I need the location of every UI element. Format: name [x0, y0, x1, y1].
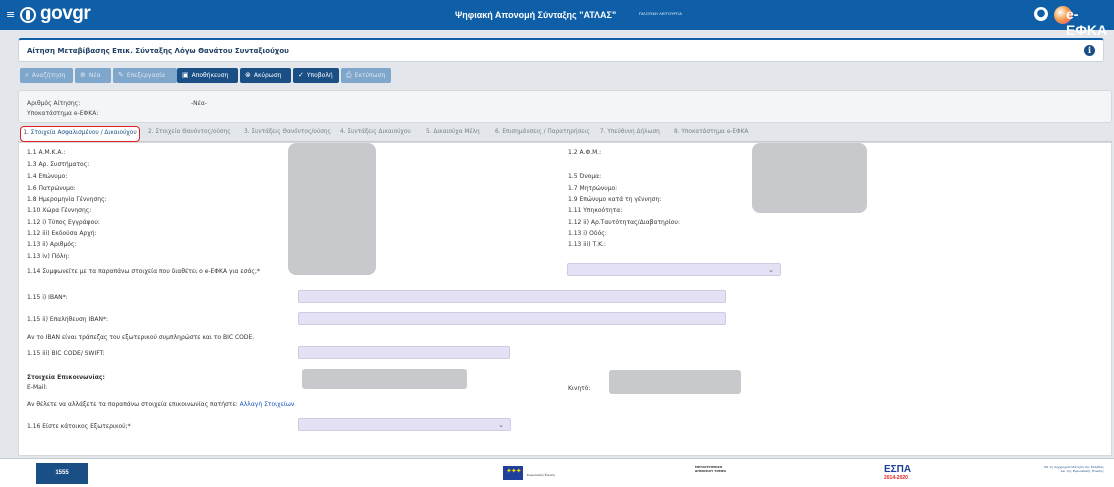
- iban-label: 1.15 i) IBAN*:: [27, 294, 68, 301]
- agree-data-select[interactable]: ⌄: [567, 263, 781, 276]
- redacted-area-left: [288, 143, 376, 275]
- tab-eligible-members[interactable]: 5. Δικαιούχα Μέλη: [426, 129, 480, 135]
- tab-deceased-pensions[interactable]: 3. Συντάξεις Θανόντος/ούσης: [244, 129, 331, 135]
- helpline-logo: 1555: [36, 463, 88, 484]
- print-button[interactable]: ⎙ Εκτύπωση: [341, 68, 391, 83]
- iban-input[interactable]: [298, 290, 726, 303]
- application-number-value: -Νέα-: [191, 100, 208, 107]
- city-label: 1.13 iv) Πόλη:: [27, 253, 70, 260]
- system-number-label: 1.3 Αρ. Συστήματος:: [27, 161, 90, 168]
- mother-name-label: 1.7 Μητρώνυμο:: [568, 185, 618, 192]
- app-title: Ψηφιακή Απονομή Σύνταξης "ΑΤΛΑΣ": [455, 10, 617, 20]
- bic-input[interactable]: [298, 346, 510, 359]
- tab-solemn-declaration[interactable]: 7. Υπεύθυνη Δήλωση: [600, 129, 660, 135]
- nationality-label: 1.11 Υπηκοότητα:: [568, 207, 623, 214]
- footer: 1555 ✦✦✦ Ευρωπαϊκή Ένωση ΜΕΤΑΡΡΥΘΜΙΣΗ ΔΗ…: [0, 458, 1114, 487]
- issuing-authority-label: 1.12 iii) Εκδούσα Αρχή:: [27, 230, 97, 237]
- birth-surname-label: 1.9 Επώνυμο κατά τη γέννηση:: [568, 196, 662, 203]
- form-panel: 1.1 Α.Μ.Κ.Α.: 1.3 Αρ. Συστήματος: 1.4 Επ…: [18, 142, 1112, 456]
- govgr-emblem-icon: [20, 7, 36, 23]
- id-passport-label: 1.12 ii) Αρ.Ταυτότητας/Διαβατηρίου:: [568, 219, 680, 226]
- tab-beneficiary-pensions[interactable]: 4. Συντάξεις Δικαιούχου: [340, 129, 411, 135]
- tab-bar: 1. Στοιχεία Ασφαλισμένου / Δικαιούχου 2.…: [18, 126, 1112, 142]
- change-contact-link[interactable]: Αλλαγή Στοιχείων: [240, 401, 295, 408]
- save-icon: ▣: [182, 71, 189, 79]
- afm-label: 1.2 Α.Φ.Μ.:: [568, 149, 602, 156]
- cancel-icon: ⊗: [245, 71, 251, 79]
- save-button[interactable]: ▣ Αποθήκευση: [177, 68, 238, 83]
- environment-badge: ΠΙΛΟΤΙΚΗ ΛΕΙΤΟΥΡΓΙΑ: [639, 12, 683, 16]
- user-icon[interactable]: ●: [1034, 7, 1048, 21]
- agree-data-label: 1.14 Συμφωνείτε με τα παραπάνω στοιχεία …: [27, 268, 260, 275]
- edit-button[interactable]: ✎ Επεξεργασία: [113, 68, 177, 83]
- number-label: 1.13 ii) Αριθμός:: [27, 241, 77, 248]
- cofunding-text: Με τη συγχρηματοδότηση της Ελλάδας και τ…: [1044, 465, 1104, 473]
- chevron-down-icon: ⌄: [498, 421, 504, 429]
- application-number-label: Αριθμός Αίτησης:: [27, 100, 81, 107]
- tab-remarks[interactable]: 6. Επισημάνσεις / Παρατηρήσεις: [495, 129, 590, 135]
- postal-code-label: 1.13 iii) Τ.Κ.:: [568, 241, 606, 248]
- street-label: 1.13 i) Οδός:: [568, 230, 607, 237]
- redacted-area-right: [752, 143, 867, 213]
- hamburger-icon[interactable]: ≡: [6, 8, 15, 21]
- birth-country-label: 1.10 Χώρα Γέννησης:: [27, 207, 92, 214]
- change-contact-text: Αν θέλετε να αλλάξετε τα παραπάνω στοιχε…: [27, 401, 295, 408]
- espa-logo: ΕΣΠΑ 2014-2020: [884, 464, 912, 481]
- public-sector-reform-logo: ΜΕΤΑΡΡΥΘΜΙΣΗ ΔΗΜΟΣΙΟΥ ΤΟΜΕΑ: [695, 465, 727, 473]
- bic-label: 1.15 iii) BIC CODE/ SWIFT:: [27, 350, 105, 357]
- chevron-down-icon: ⌄: [768, 266, 774, 274]
- edit-icon: ✎: [118, 71, 124, 79]
- email-label: E-Mail:: [27, 384, 48, 391]
- tab-deceased-details[interactable]: 2. Στοιχεία Θανόντος/ούσης: [148, 129, 231, 135]
- branch-label: Υποκατάστημα e-ΕΦΚΑ:: [27, 110, 99, 117]
- info-icon[interactable]: i: [1084, 45, 1095, 56]
- mobile-field: [609, 370, 741, 394]
- print-icon: ⎙: [346, 71, 352, 79]
- father-name-label: 1.6 Πατρώνυμο:: [27, 185, 76, 192]
- plus-icon: ⊕: [80, 71, 86, 79]
- first-name-label: 1.5 Όνομα:: [568, 173, 602, 180]
- check-icon: ✓: [298, 71, 304, 79]
- contact-heading: Στοιχεία Επικοινωνίας:: [27, 374, 105, 381]
- abroad-resident-select[interactable]: ⌄: [298, 418, 511, 431]
- efka-logo: e-ΕΦΚΑ: [1066, 6, 1108, 38]
- search-icon: ⌕: [25, 71, 29, 79]
- tab-efka-branch[interactable]: 8. Υποκατάστημα e-ΕΦΚΑ: [674, 129, 748, 135]
- surname-label: 1.4 Επώνυμο:: [27, 173, 68, 180]
- application-info-panel: Αριθμός Αίτησης: -Νέα- Υποκατάστημα e-ΕΦ…: [18, 90, 1112, 123]
- iban-confirm-input[interactable]: [298, 312, 726, 325]
- document-type-label: 1.12 i) Τύπος Εγγράφου:: [27, 219, 100, 226]
- top-navigation-bar: ≡ govgr Ψηφιακή Απονομή Σύνταξης "ΑΤΛΑΣ"…: [0, 0, 1114, 38]
- eu-stars-icon: ✦✦✦: [506, 467, 522, 475]
- search-button[interactable]: ⌕ Αναζήτηση: [20, 68, 73, 83]
- foreign-bank-note: Αν το IBAN είναι τράπεζας του εξωτερικού…: [27, 334, 255, 341]
- govgr-logo[interactable]: govgr: [40, 3, 91, 25]
- abroad-resident-label: 1.16 Είστε κάτοικος Εξωτερικού;*: [27, 423, 131, 430]
- page-title: Αίτηση Μεταβίβασης Επικ. Σύνταξης Λόγω Θ…: [27, 47, 289, 55]
- eu-text: Ευρωπαϊκή Ένωση: [527, 473, 555, 477]
- tab-insured-beneficiary[interactable]: 1. Στοιχεία Ασφαλισμένου / Δικαιούχου: [20, 126, 140, 142]
- iban-confirm-label: 1.15 ii) Επαλήθευση IBAN*:: [27, 316, 108, 323]
- cancel-button[interactable]: ⊗ Ακύρωση: [240, 68, 291, 83]
- new-button[interactable]: ⊕ Νέα: [75, 68, 111, 83]
- submit-button[interactable]: ✓ Υποβολή: [293, 68, 339, 83]
- page-header: Αίτηση Μεταβίβασης Επικ. Σύνταξης Λόγω Θ…: [18, 38, 1104, 62]
- birth-date-label: 1.8 Ημερομηνία Γέννησης:: [27, 196, 107, 203]
- amka-label: 1.1 Α.Μ.Κ.Α.:: [27, 149, 66, 156]
- mobile-label: Κινητό:: [568, 385, 591, 392]
- email-field: [302, 369, 467, 389]
